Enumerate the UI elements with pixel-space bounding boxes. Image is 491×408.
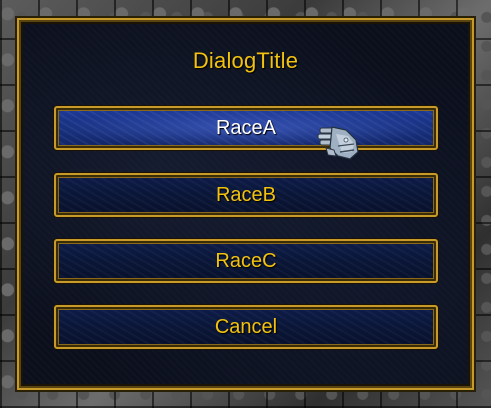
gauntlet-cursor-icon — [317, 126, 359, 160]
race-b-button[interactable]: RaceB — [54, 173, 438, 217]
race-a-button[interactable]: RaceA — [54, 106, 438, 150]
dialog-title: DialogTitle — [192, 48, 299, 73]
race-c-button[interactable]: RaceC — [54, 239, 438, 283]
cancel-button[interactable]: Cancel — [54, 305, 438, 349]
